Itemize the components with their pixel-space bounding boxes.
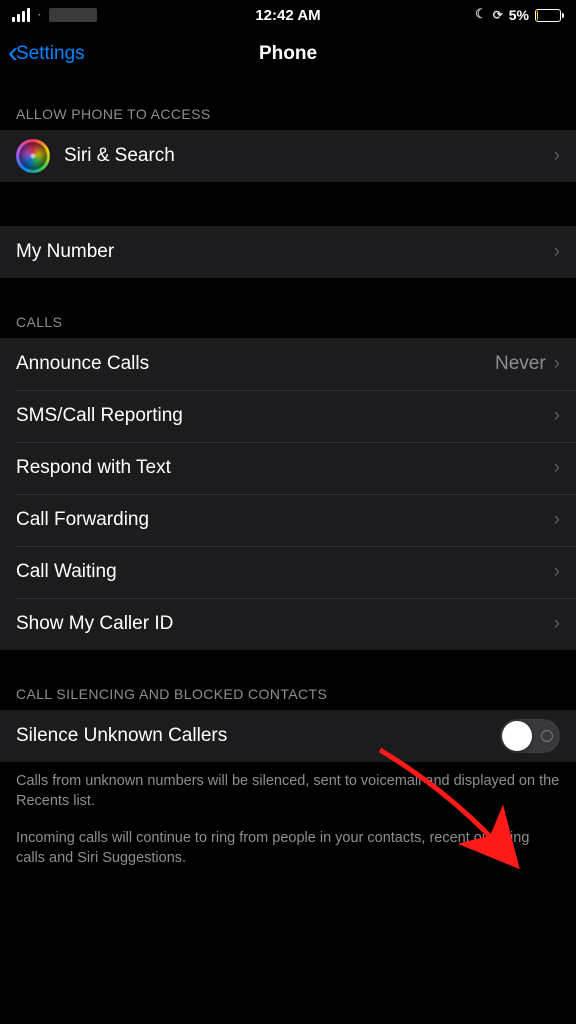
respond-text-label: Respond with Text — [16, 457, 554, 479]
sms-reporting-label: SMS/Call Reporting — [16, 405, 554, 427]
call-waiting-cell[interactable]: Call Waiting › — [0, 546, 576, 598]
group-calls: Announce Calls Never › SMS/Call Reportin… — [0, 338, 576, 650]
siri-icon — [16, 139, 50, 173]
silence-unknown-label: Silence Unknown Callers — [16, 725, 500, 747]
show-caller-id-cell[interactable]: Show My Caller ID › — [0, 598, 576, 650]
show-caller-id-label: Show My Caller ID — [16, 613, 554, 635]
call-forwarding-label: Call Forwarding — [16, 509, 554, 531]
status-right: ☾ ⟳ 5% — [288, 7, 564, 23]
chevron-right-icon: › — [554, 613, 560, 635]
group-my-number: My Number › — [0, 226, 576, 278]
section-header-calls: Calls — [0, 278, 576, 338]
battery-percent: 5% — [509, 7, 529, 23]
signal-icon — [12, 8, 30, 22]
silence-unknown-cell[interactable]: Silence Unknown Callers — [0, 710, 576, 762]
silencing-footer-2: Incoming calls will continue to ring fro… — [0, 811, 576, 868]
chevron-right-icon: › — [554, 509, 560, 531]
my-number-label: My Number — [16, 241, 554, 263]
announce-calls-value: Never — [495, 353, 546, 375]
group-access: Siri & Search › — [0, 130, 576, 182]
nav-bar: ‹ Settings Phone — [0, 28, 576, 80]
call-forwarding-cell[interactable]: Call Forwarding › — [0, 494, 576, 546]
sms-reporting-cell[interactable]: SMS/Call Reporting › — [0, 390, 576, 442]
chevron-right-icon: › — [554, 405, 560, 427]
my-number-cell[interactable]: My Number › — [0, 226, 576, 278]
siri-search-label: Siri & Search — [64, 145, 554, 167]
orientation-lock-icon: ⟳ — [493, 8, 503, 22]
call-waiting-label: Call Waiting — [16, 561, 554, 583]
back-label: Settings — [16, 43, 85, 65]
silencing-footer-1: Calls from unknown numbers will be silen… — [0, 762, 576, 811]
chevron-right-icon: › — [554, 561, 560, 583]
chevron-right-icon: › — [554, 353, 560, 375]
chevron-right-icon: › — [554, 145, 560, 167]
status-bar: · 12:42 AM ☾ ⟳ 5% — [0, 0, 576, 28]
page-title: Phone — [259, 43, 317, 65]
carrier-redacted — [49, 8, 97, 22]
status-left: · — [12, 8, 288, 22]
section-header-access: Allow Phone to Access — [0, 80, 576, 130]
group-silencing: Silence Unknown Callers — [0, 710, 576, 762]
carrier-dot: · — [38, 10, 41, 21]
chevron-right-icon: › — [554, 457, 560, 479]
battery-icon — [535, 9, 564, 22]
chevron-right-icon: › — [554, 241, 560, 263]
status-time: 12:42 AM — [255, 7, 320, 24]
dnd-moon-icon: ☾ — [475, 6, 487, 22]
silence-unknown-toggle[interactable] — [500, 719, 560, 753]
spacer — [0, 182, 576, 226]
siri-search-cell[interactable]: Siri & Search › — [0, 130, 576, 182]
respond-text-cell[interactable]: Respond with Text › — [0, 442, 576, 494]
announce-calls-cell[interactable]: Announce Calls Never › — [0, 338, 576, 390]
announce-calls-label: Announce Calls — [16, 353, 495, 375]
section-header-silencing: Call Silencing and Blocked Contacts — [0, 650, 576, 710]
back-button[interactable]: ‹ Settings — [8, 43, 85, 65]
